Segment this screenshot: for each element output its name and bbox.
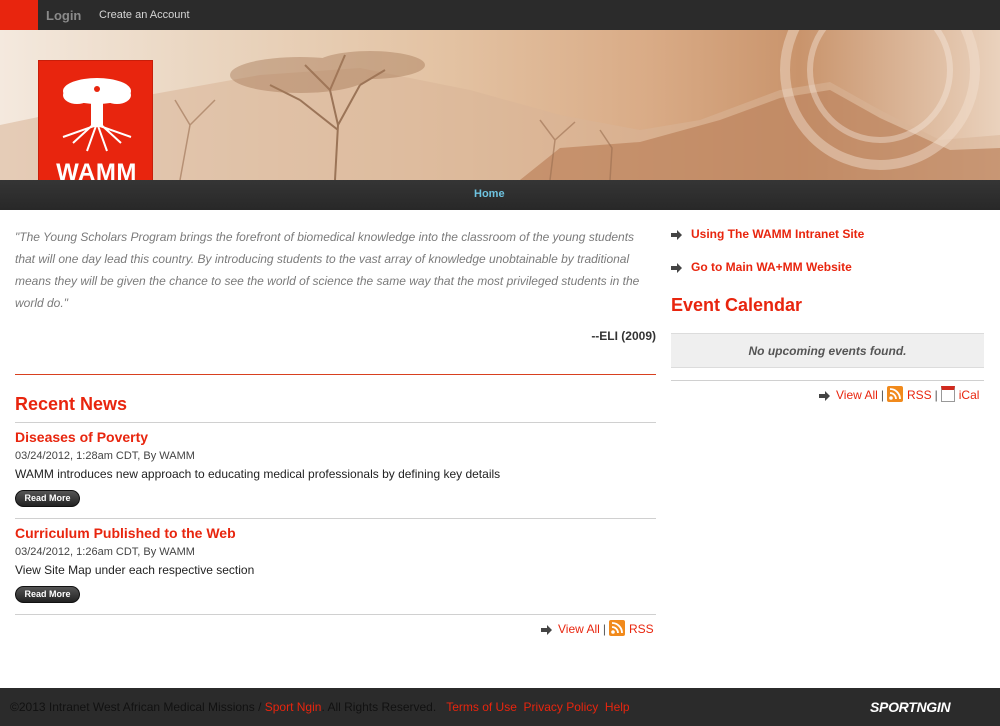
read-more-button[interactable]: Read More (15, 586, 80, 603)
link-separator: | (934, 388, 938, 402)
program-quote: "The Young Scholars Program brings the f… (15, 230, 640, 310)
events-list: No upcoming events found. (671, 333, 984, 368)
quote-author: --ELI (2009) (591, 329, 656, 343)
news-divider (15, 422, 656, 423)
news-item-title[interactable]: Diseases of Poverty (15, 429, 148, 445)
news-footer-links: View All | RSS (541, 620, 654, 636)
nav-home-link[interactable]: Home (474, 188, 505, 200)
event-calendar-heading: Event Calendar (671, 295, 803, 315)
calendar-icon[interactable] (940, 386, 955, 402)
events-divider (671, 380, 984, 381)
top-red-tab (0, 0, 38, 30)
news-rss-link[interactable]: RSS (629, 622, 654, 636)
copyright-text: ©2013 Intranet West African Medical Miss… (10, 700, 262, 714)
news-divider (15, 614, 656, 615)
events-view-all-link[interactable]: View All (836, 388, 878, 402)
arrow-right-icon (819, 390, 830, 401)
news-item-meta: 03/24/2012, 1:26am CDT, By WAMM (15, 546, 195, 558)
arrow-right-icon (671, 229, 682, 240)
arrow-right-icon (671, 262, 682, 273)
news-item-summary: WAMM introduces new approach to educatin… (15, 467, 501, 481)
events-rss-link[interactable]: RSS (907, 388, 932, 402)
tree-logo-icon (62, 78, 132, 152)
events-footer-links: View All | RSS | iCal (819, 386, 979, 402)
rss-icon[interactable] (886, 386, 903, 402)
events-ical-link[interactable]: iCal (959, 388, 980, 402)
intranet-site-label: Using The WAMM Intranet Site (691, 227, 865, 241)
link-separator: | (880, 388, 884, 402)
privacy-policy-link[interactable]: Privacy Policy (524, 700, 599, 714)
no-events-message: No upcoming events found. (748, 344, 907, 358)
help-link[interactable]: Help (605, 700, 630, 714)
link-separator: | (602, 622, 606, 636)
wamm-logo[interactable]: WAMM (38, 60, 153, 180)
read-more-button[interactable]: Read More (15, 490, 80, 507)
arrow-right-icon (541, 624, 552, 635)
news-item-meta: 03/24/2012, 1:28am CDT, By WAMM (15, 450, 195, 462)
footer-copyright: ©2013 Intranet West African Medical Miss… (10, 700, 630, 714)
site-footer: ©2013 Intranet West African Medical Miss… (0, 688, 1000, 726)
header-banner: WAMM (0, 30, 1000, 180)
top-account-bar: Login Create an Account (0, 0, 1000, 30)
sportngin-logo[interactable]: SPORTNGIN (870, 699, 951, 715)
section-divider (15, 374, 656, 375)
news-divider (15, 518, 656, 519)
intranet-site-link[interactable]: Using The WAMM Intranet Site (671, 227, 864, 241)
main-website-link[interactable]: Go to Main WA+MM Website (671, 260, 852, 274)
main-website-label: Go to Main WA+MM Website (691, 260, 852, 274)
logo-wordmark: WAMM (56, 159, 137, 180)
recent-news-heading: Recent News (15, 394, 128, 414)
rss-icon[interactable] (608, 620, 625, 636)
news-view-all-link[interactable]: View All (558, 622, 600, 636)
rights-text: . All Rights Reserved. (321, 700, 437, 714)
news-item-summary: View Site Map under each respective sect… (15, 563, 255, 577)
sportngin-link[interactable]: Sport Ngin (265, 700, 322, 714)
terms-of-use-link[interactable]: Terms of Use (446, 700, 517, 714)
main-nav: Home (0, 180, 1000, 210)
create-account-link[interactable]: Create an Account (99, 9, 190, 21)
news-item-title[interactable]: Curriculum Published to the Web (15, 525, 236, 541)
login-link[interactable]: Login (46, 8, 81, 23)
